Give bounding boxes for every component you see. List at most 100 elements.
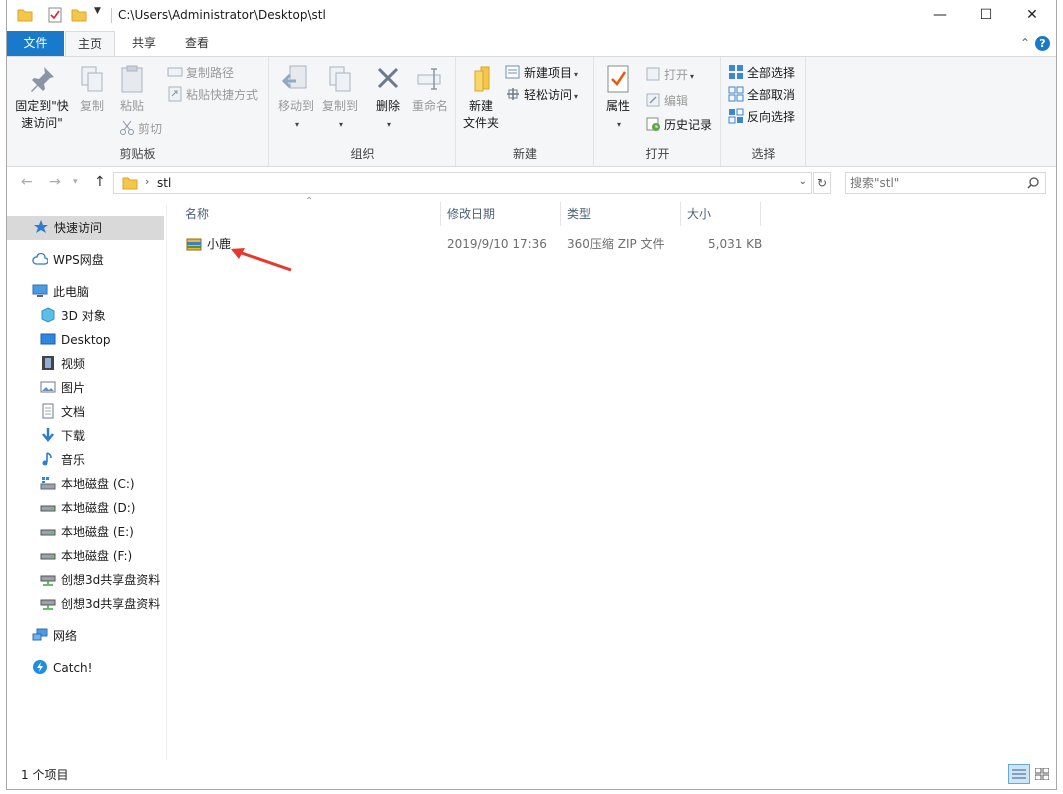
- select-none-button[interactable]: 全部取消: [728, 85, 795, 105]
- select-group-label: 选择: [751, 147, 776, 161]
- back-arrow-icon[interactable]: ←: [21, 174, 33, 190]
- copy-path-button[interactable]: 复制路径: [167, 63, 234, 83]
- nav-quick-access[interactable]: 快速访问: [7, 216, 164, 240]
- column-separator[interactable]: [680, 202, 681, 226]
- nav-3d-objects-label: 3D 对象: [61, 309, 106, 323]
- file-name[interactable]: 小鹿: [207, 232, 231, 256]
- large-icons-view-icon: [1035, 768, 1049, 780]
- search-input[interactable]: [850, 175, 1020, 191]
- search-icon[interactable]: [1027, 177, 1039, 189]
- invert-selection-button[interactable]: 反向选择: [728, 107, 795, 127]
- pin-quick-access-button[interactable]: 固定到"快 速访问": [13, 63, 71, 132]
- history-label: 历史记录: [664, 118, 713, 132]
- nav-catch[interactable]: Catch!: [32, 656, 92, 680]
- tab-home[interactable]: 主页: [65, 31, 115, 56]
- close-icon: ✕: [1026, 7, 1038, 23]
- nav-drive-c[interactable]: 本地磁盘 (C:): [40, 472, 135, 496]
- copy-button[interactable]: 复制: [75, 63, 109, 115]
- address-bar[interactable]: › stl ⌄: [113, 172, 812, 194]
- nav-drive-f-label: 本地磁盘 (F:): [61, 549, 133, 563]
- column-header-type[interactable]: 类型: [567, 202, 591, 226]
- column-separator[interactable]: [560, 202, 561, 226]
- edit-button[interactable]: 编辑: [645, 91, 688, 111]
- refresh-button[interactable]: ↻: [813, 172, 831, 194]
- delete-button[interactable]: 删除 ▾: [370, 63, 406, 133]
- breadcrumb-folder[interactable]: stl: [157, 176, 171, 190]
- customize-qa-chevron-icon[interactable]: ▼: [94, 6, 101, 16]
- nav-3d-objects[interactable]: 3D 对象: [40, 304, 106, 328]
- collapse-ribbon-chevron-icon[interactable]: ⌃: [1020, 36, 1030, 50]
- nav-documents[interactable]: 文档: [40, 400, 85, 424]
- history-button[interactable]: 历史记录: [645, 115, 712, 135]
- breadcrumb-chevron-icon[interactable]: ›: [145, 175, 149, 188]
- nav-quick-access-label: 快速访问: [54, 221, 103, 235]
- new-group-label: 新建: [512, 147, 537, 161]
- invert-selection-label: 反向选择: [747, 110, 796, 124]
- new-folder-button[interactable]: 新建 文件夹: [461, 63, 501, 132]
- nav-network[interactable]: 网络: [32, 624, 77, 648]
- rename-button[interactable]: 重命名: [410, 63, 450, 115]
- tab-view[interactable]: 查看: [172, 31, 222, 56]
- paste-button[interactable]: 粘贴: [115, 63, 149, 115]
- column-header-size[interactable]: 大小: [687, 202, 711, 226]
- open-label: 打开: [664, 68, 689, 82]
- maximize-icon: ☐: [979, 7, 993, 23]
- nav-drive-c-label: 本地磁盘 (C:): [61, 477, 135, 491]
- nav-wps[interactable]: WPS网盘: [32, 248, 104, 272]
- nav-music[interactable]: 音乐: [40, 448, 85, 472]
- properties-button[interactable]: 属性 ▾: [601, 63, 635, 133]
- nav-documents-label: 文档: [61, 405, 86, 419]
- nav-videos[interactable]: 视频: [40, 352, 85, 376]
- nav-this-pc[interactable]: 此电脑: [32, 280, 89, 304]
- tab-file[interactable]: 文件: [7, 31, 64, 56]
- paste-shortcut-button[interactable]: 粘贴快捷方式: [167, 85, 258, 105]
- nav-network-share-1[interactable]: 创想3d共享盘资料: [40, 568, 160, 592]
- properties-qa-icon[interactable]: [47, 7, 63, 23]
- minimize-button[interactable]: —: [917, 0, 963, 31]
- network-drive-icon: [40, 599, 56, 610]
- nav-drive-f[interactable]: 本地磁盘 (F:): [40, 544, 132, 568]
- folder-icon: [17, 9, 33, 22]
- recent-locations-chevron-icon[interactable]: ▾: [73, 177, 78, 187]
- drive-icon: [40, 505, 56, 512]
- search-box[interactable]: [845, 172, 1046, 194]
- nav-network-share-2[interactable]: 创想3d共享盘资料: [40, 592, 160, 616]
- select-group: 全部选择 全部取消 反向选择 选择: [722, 57, 806, 167]
- nav-desktop[interactable]: Desktop: [40, 328, 111, 352]
- copy-to-button[interactable]: 复制到▾: [320, 63, 360, 133]
- details-view-button[interactable]: [1008, 764, 1030, 784]
- edit-icon: [646, 93, 660, 107]
- column-header-modified[interactable]: 修改日期: [447, 202, 495, 226]
- nav-this-pc-label: 此电脑: [53, 285, 90, 299]
- new-item-button[interactable]: 新建项目 ▾: [505, 63, 578, 83]
- easy-access-button[interactable]: 轻松访问 ▾: [505, 85, 578, 105]
- nav-desktop-label: Desktop: [61, 333, 111, 347]
- paste-shortcut-label: 粘贴快捷方式: [186, 88, 259, 102]
- easy-access-label: 轻松访问: [524, 88, 573, 102]
- forward-arrow-icon[interactable]: →: [49, 174, 61, 190]
- nav-downloads[interactable]: 下载: [40, 424, 85, 448]
- open-button[interactable]: 打开 ▾: [645, 65, 694, 85]
- column-separator[interactable]: [440, 202, 441, 226]
- address-dropdown-chevron-icon[interactable]: ⌄: [799, 176, 807, 187]
- cut-button[interactable]: 剪切: [119, 119, 162, 139]
- new-item-label: 新建项目: [524, 66, 573, 80]
- network-drive-icon: [40, 575, 56, 586]
- new-folder-qa-icon[interactable]: [71, 7, 87, 23]
- nav-drive-d[interactable]: 本地磁盘 (D:): [40, 496, 135, 520]
- nav-pictures[interactable]: 图片: [40, 376, 85, 400]
- select-all-button[interactable]: 全部选择: [728, 63, 795, 83]
- select-all-icon: [729, 65, 743, 79]
- close-button[interactable]: ✕: [1009, 0, 1055, 31]
- maximize-button[interactable]: ☐: [963, 0, 1009, 31]
- nav-drive-e[interactable]: 本地磁盘 (E:): [40, 520, 134, 544]
- column-header-name[interactable]: 名称: [185, 202, 209, 226]
- large-icons-view-button[interactable]: [1031, 764, 1053, 784]
- up-arrow-icon[interactable]: ↑: [94, 174, 106, 190]
- tab-share[interactable]: 共享: [119, 31, 169, 56]
- help-icon[interactable]: ?: [1035, 36, 1050, 51]
- move-to-button[interactable]: 移动到▾: [276, 63, 316, 133]
- column-separator[interactable]: [760, 202, 761, 226]
- new-item-icon: [505, 65, 520, 79]
- star-icon: [34, 220, 48, 233]
